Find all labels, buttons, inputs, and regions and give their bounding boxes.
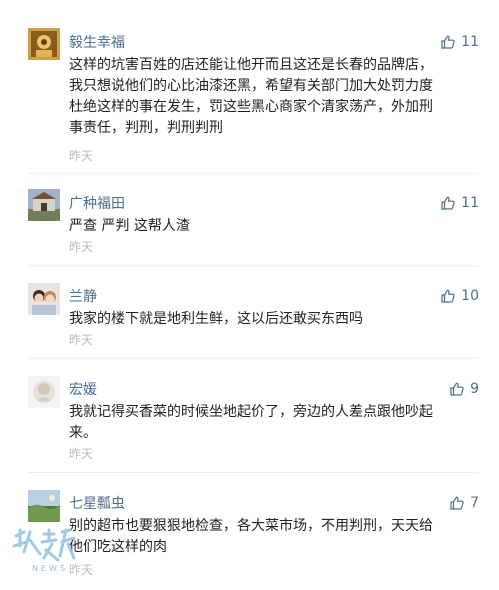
like-count: 9 xyxy=(470,381,479,397)
username[interactable]: 兰静 xyxy=(69,288,97,306)
thumbs-up-icon xyxy=(441,289,455,303)
comment-line: 我就记得买香菜的时候坐地起价了，旁边的人差点跟他吵起 xyxy=(69,404,433,420)
thumbs-up-icon xyxy=(441,35,455,49)
like-button[interactable]: 7 xyxy=(450,494,479,512)
avatar[interactable] xyxy=(28,376,60,408)
comment-text: 我就记得买香菜的时候坐地起价了，旁边的人差点跟他吵起 来。 xyxy=(69,402,479,444)
comment-line: 来。 xyxy=(69,425,97,441)
like-count: 11 xyxy=(461,195,479,211)
thumbs-up-icon xyxy=(441,196,455,210)
comment-line: 这样的坑害百姓的店还能让他开而且这还是长春的品牌店， xyxy=(69,57,433,73)
comment-text: 这样的坑害百姓的店还能让他开而且这还是长春的品牌店， 我只想说他们的心比油漆还黑… xyxy=(69,55,479,139)
comment-line: 严查 严判 这帮人渣 xyxy=(69,218,190,234)
divider xyxy=(28,265,479,266)
like-count: 10 xyxy=(461,288,479,304)
comment-line: 我家的楼下就是地利生鲜，这以后还敢买东西吗 xyxy=(69,311,363,327)
comment-line: 事责任，判刑，判刑判刑 xyxy=(69,120,223,136)
timestamp: 昨天 xyxy=(69,240,94,254)
like-button[interactable]: 11 xyxy=(441,194,479,212)
timestamp: 昨天 xyxy=(69,447,94,461)
divider xyxy=(28,358,479,359)
like-button[interactable]: 9 xyxy=(450,380,479,398)
timestamp: 昨天 xyxy=(69,563,94,577)
avatar[interactable] xyxy=(28,490,60,522)
thumbs-up-icon xyxy=(450,496,464,510)
thumbs-up-icon xyxy=(450,382,464,396)
like-count: 7 xyxy=(470,495,479,511)
divider xyxy=(28,173,479,174)
like-count: 11 xyxy=(461,34,479,50)
comment-text: 我家的楼下就是地利生鲜，这以后还敢买东西吗 xyxy=(69,309,479,330)
like-button[interactable]: 11 xyxy=(441,33,479,51)
username[interactable]: 广种福田 xyxy=(69,195,125,213)
timestamp: 昨天 xyxy=(69,149,94,163)
username[interactable]: 七星瓢虫 xyxy=(69,495,125,513)
avatar[interactable] xyxy=(28,283,60,315)
like-button[interactable]: 10 xyxy=(441,287,479,305)
comment-line: 杜绝这样的事在发生，罚这些黑心商家个清家荡产，外加刑 xyxy=(69,99,433,115)
avatar[interactable] xyxy=(28,28,60,60)
avatar[interactable] xyxy=(28,189,60,221)
watermark-news-label: NEWS xyxy=(32,564,69,573)
divider xyxy=(28,472,479,473)
comment-text: 别的超市也要狠狠地检查，各大菜市场，不用判刑，天天给 他们吃这样的肉 xyxy=(69,516,479,558)
comment-line: 我只想说他们的心比油漆还黑，希望有关部门加大处罚力度 xyxy=(69,78,433,94)
comment-line: 他们吃这样的肉 xyxy=(69,539,167,555)
comment-text: 严查 严判 这帮人渣 xyxy=(69,216,479,237)
timestamp: 昨天 xyxy=(69,333,94,347)
username[interactable]: 毅生幸福 xyxy=(69,34,125,52)
username[interactable]: 宏媛 xyxy=(69,381,97,399)
comment-line: 别的超市也要狠狠地检查，各大菜市场，不用判刑，天天给 xyxy=(69,518,433,534)
